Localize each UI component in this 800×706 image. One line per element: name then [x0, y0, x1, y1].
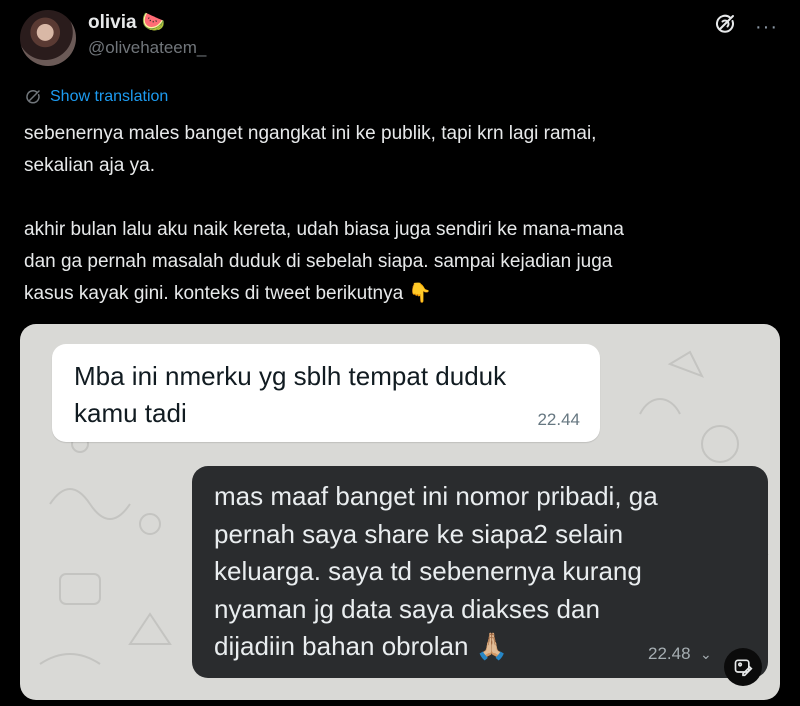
- translate-icon: [26, 90, 40, 104]
- outgoing-message-time: 22.48: [648, 644, 691, 663]
- incoming-message-time: 22.44: [537, 410, 580, 429]
- outgoing-message-text: mas maaf banget ini nomor pribadi, ga pe…: [214, 481, 658, 661]
- incoming-message: Mba ini nmerku yg sblh tempat duduk kamu…: [52, 344, 600, 442]
- more-icon[interactable]: ···: [755, 17, 778, 37]
- user-handle[interactable]: @olivehateem_: [88, 38, 206, 58]
- tweet-media-image[interactable]: Mba ini nmerku yg sblh tempat duduk kamu…: [20, 324, 780, 700]
- tweet-text: sebenernya males banget ngangkat ini ke …: [24, 123, 624, 304]
- outgoing-message: mas maaf banget ini nomor pribadi, ga pe…: [192, 466, 768, 678]
- avatar[interactable]: [20, 10, 76, 66]
- show-translation-link[interactable]: Show translation: [24, 88, 168, 106]
- incoming-message-text: Mba ini nmerku yg sblh tempat duduk kamu…: [74, 361, 507, 428]
- tweet-actions-top: ···: [713, 12, 778, 41]
- message-status-icon: ⌄: [700, 646, 712, 662]
- show-translation-label: Show translation: [50, 88, 169, 105]
- edit-image-button[interactable]: [724, 648, 762, 686]
- edit-image-icon: [734, 659, 753, 677]
- display-name[interactable]: olivia 🍉: [88, 10, 166, 34]
- grok-icon[interactable]: [713, 12, 737, 41]
